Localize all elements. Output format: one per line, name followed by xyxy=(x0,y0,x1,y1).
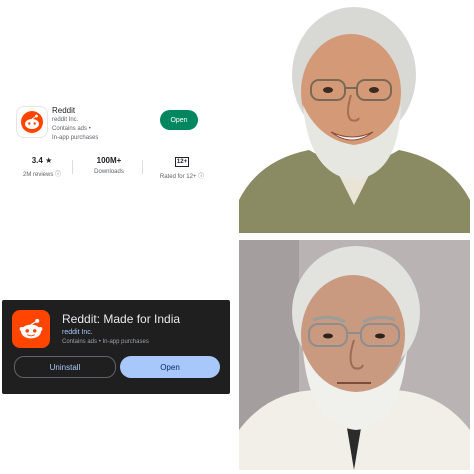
rating-stat[interactable]: 3.4 ★ 2M reviews ⓘ xyxy=(22,156,62,178)
app-meta-label: Contains ads • In-app purchases xyxy=(62,339,149,345)
light-app-listing: Reddit reddit Inc. Contains ads • In-app… xyxy=(12,100,226,186)
stern-man-photo xyxy=(239,240,470,470)
portrait-illustration xyxy=(239,0,470,233)
reddit-snoo-icon xyxy=(21,111,43,133)
developer-link[interactable]: reddit Inc. xyxy=(52,117,78,123)
reddit-app-icon[interactable] xyxy=(12,310,50,348)
reddit-snoo-icon xyxy=(19,318,43,339)
open-button[interactable]: Open xyxy=(160,110,198,130)
downloads-label: Downloads xyxy=(94,169,124,175)
downloads-value: 100M+ xyxy=(96,156,122,165)
dark-app-listing: Reddit: Made for India reddit Inc. Conta… xyxy=(2,300,230,394)
developer-link[interactable]: reddit Inc. xyxy=(62,329,93,336)
open-button[interactable]: Open xyxy=(120,356,220,378)
rating-value: 3.4 ★ xyxy=(31,156,53,165)
stat-divider xyxy=(142,160,143,174)
portrait-illustration xyxy=(239,240,470,470)
in-app-purchases-label: In-app purchases xyxy=(52,135,99,141)
stat-divider xyxy=(72,160,73,174)
uninstall-button[interactable]: Uninstall xyxy=(14,356,116,378)
smiling-man-photo xyxy=(239,0,470,233)
age-rating-label: Rated for 12+ ⓘ xyxy=(159,174,205,180)
age-rating-stat[interactable]: 12+ Rated for 12+ ⓘ xyxy=(152,156,212,180)
reddit-app-icon[interactable] xyxy=(16,106,48,138)
downloads-stat: 100M+ Downloads xyxy=(86,156,132,175)
contains-ads-label: Contains ads • xyxy=(52,126,91,132)
app-title: Reddit: Made for India xyxy=(62,312,181,326)
age-rating-badge: 12+ xyxy=(174,157,190,167)
app-title: Reddit xyxy=(52,106,76,115)
reviews-count: 2M reviews ⓘ xyxy=(22,172,61,178)
